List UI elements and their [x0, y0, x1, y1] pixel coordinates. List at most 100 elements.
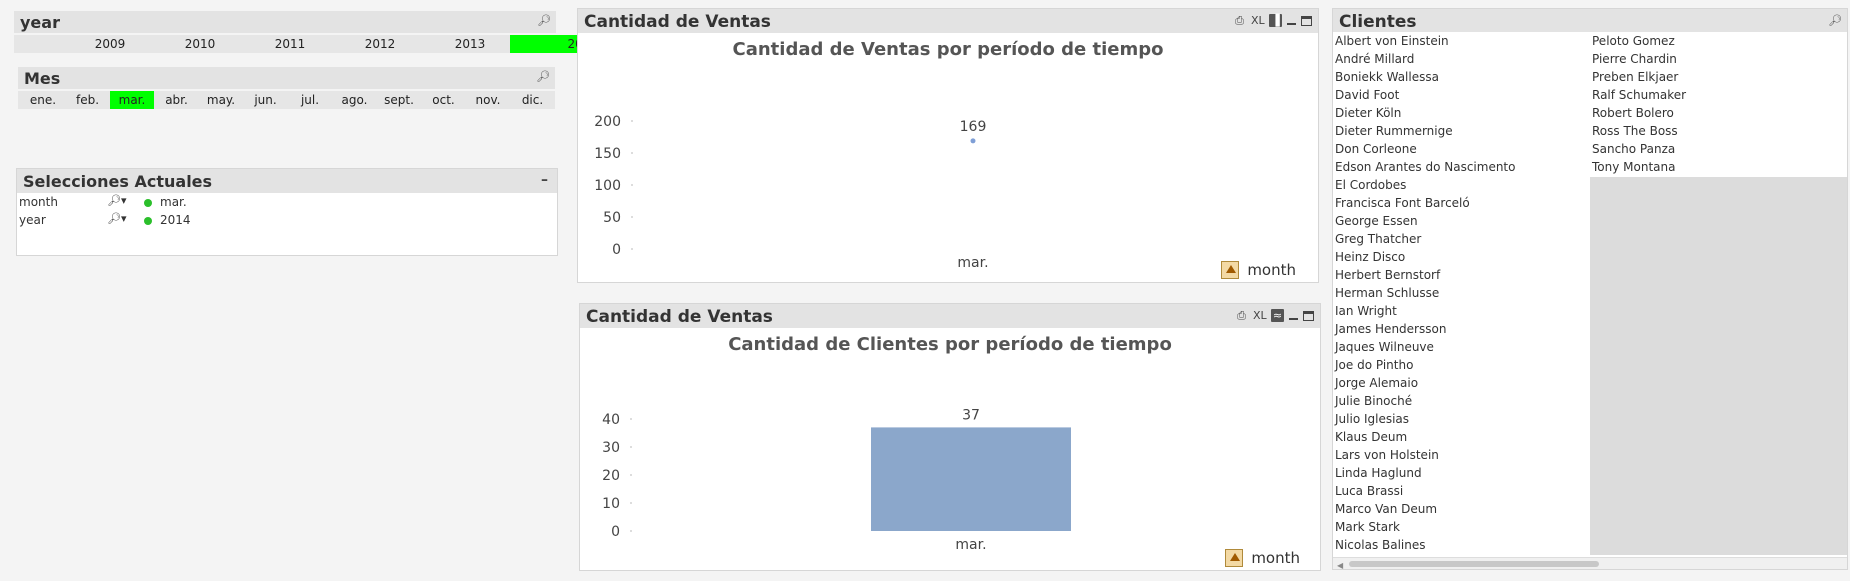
bar[interactable]	[871, 427, 1071, 531]
search-icon[interactable]: 🔎︎	[537, 14, 551, 27]
month-option[interactable]: sept.	[377, 91, 421, 109]
cycle-group[interactable]: month	[1225, 549, 1300, 567]
chart2-title: Cantidad de Ventas	[586, 307, 773, 327]
mes-values-row: ene. feb. mar. abr. may. jun. jul. ago. sept. oct…	[18, 91, 555, 109]
horizontal-scrollbar[interactable]: ◀	[1333, 557, 1847, 570]
cliente-item[interactable]: Julie Binoché	[1335, 394, 1412, 408]
y-tick-label: 0	[611, 524, 620, 540]
cliente-item[interactable]: Sancho Panza	[1592, 142, 1675, 156]
month-option[interactable]: abr.	[155, 91, 199, 109]
cliente-item[interactable]: Luca Brassi	[1335, 484, 1403, 498]
scrollbar-thumb[interactable]	[1349, 561, 1599, 567]
drill-up-icon[interactable]	[1225, 549, 1244, 567]
cliente-item[interactable]: Linda Haglund	[1335, 466, 1422, 480]
month-option[interactable]: oct.	[422, 91, 466, 109]
minimize-icon[interactable]: –	[538, 173, 551, 187]
search-icon[interactable]: 🔎︎	[536, 70, 550, 83]
cliente-item[interactable]: El Cordobes	[1335, 178, 1406, 192]
cliente-item[interactable]: Marco Van Deum	[1335, 502, 1437, 516]
minimize-icon[interactable]	[1289, 311, 1298, 320]
cliente-item[interactable]: Tony Montana	[1592, 160, 1675, 174]
cliente-item[interactable]: Albert von Einstein	[1335, 34, 1449, 48]
y-tick-label: 40	[602, 412, 620, 428]
maximize-icon[interactable]	[1301, 15, 1312, 26]
minimize-icon[interactable]	[1287, 16, 1296, 25]
cliente-item[interactable]: Herbert Bernstorf	[1335, 268, 1440, 282]
month-option[interactable]: jun.	[244, 91, 288, 109]
month-option[interactable]: dic.	[511, 91, 555, 109]
cliente-item[interactable]: Ralf Schumaker	[1592, 88, 1686, 102]
year-option[interactable]: 2010	[156, 35, 244, 53]
year-option[interactable]: 2011	[246, 35, 334, 53]
maximize-icon[interactable]	[1303, 310, 1314, 321]
chart2-plot: 0 10 20 30 40 mar. 37	[602, 407, 1071, 553]
y-tick-label: 10	[602, 496, 620, 512]
cliente-item[interactable]: Nicolas Balines	[1335, 538, 1426, 552]
month-option[interactable]: may.	[199, 91, 243, 109]
month-option[interactable]: ene.	[21, 91, 65, 109]
cliente-item[interactable]: Ian Wright	[1335, 304, 1397, 318]
cliente-item[interactable]: Klaus Deum	[1335, 430, 1407, 444]
cliente-item[interactable]: Francisca Font Barceló	[1335, 196, 1470, 210]
cycle-label: month	[1247, 261, 1296, 279]
search-icon[interactable]: 🔎︎	[1828, 14, 1842, 27]
selection-field: month	[19, 195, 58, 209]
cliente-item[interactable]: Ross The Boss	[1592, 124, 1678, 138]
cliente-item[interactable]: Jaques Wilneuve	[1335, 340, 1434, 354]
mes-title: Mes	[24, 69, 61, 88]
drill-up-icon[interactable]	[1221, 261, 1240, 279]
y-tick-label: 200	[594, 114, 621, 130]
selection-field: year	[19, 213, 46, 227]
xl-export-icon[interactable]: XL	[1251, 14, 1265, 27]
cliente-item[interactable]: Robert Bolero	[1592, 106, 1674, 120]
cycle-group[interactable]: month	[1221, 261, 1296, 279]
cliente-item[interactable]: Edson Arantes do Nascimento	[1335, 160, 1515, 174]
month-option[interactable]: jul.	[288, 91, 332, 109]
cliente-item[interactable]: Julio Iglesias	[1335, 412, 1409, 426]
y-tick-label: 0	[612, 242, 621, 258]
cliente-item[interactable]: Peloto Gomez	[1592, 34, 1675, 48]
selection-search-icon[interactable]: 🔎︎▾	[107, 212, 127, 225]
print-icon[interactable]: ⎙	[1233, 14, 1246, 27]
x-tick-label: mar.	[955, 537, 986, 553]
cliente-item[interactable]: André Millard	[1335, 52, 1414, 66]
data-label: 37	[962, 407, 980, 423]
clientes-caption: Clientes 🔎︎	[1333, 9, 1847, 32]
cliente-item[interactable]: Dieter Rummernige	[1335, 124, 1453, 138]
cliente-item[interactable]: Joe do Pintho	[1335, 358, 1413, 372]
cliente-item[interactable]: Pierre Chardin	[1592, 52, 1677, 66]
selection-search-icon[interactable]: 🔎︎▾	[107, 194, 127, 207]
cliente-item[interactable]: Jorge Alemaio	[1335, 376, 1418, 390]
cliente-item[interactable]: Lars von Holstein	[1335, 448, 1439, 462]
chart1-caption: Cantidad de Ventas ⎙ XL ▐	[578, 9, 1318, 33]
cliente-item[interactable]: Preben Elkjaer	[1592, 70, 1678, 84]
cliente-item[interactable]: Don Corleone	[1335, 142, 1417, 156]
chart1-plot: 0 50 100 150 200 mar. 169	[594, 114, 988, 271]
cliente-item[interactable]: Mark Stark	[1335, 520, 1400, 534]
year-caption: year 🔎︎	[14, 11, 556, 33]
year-option[interactable]: 2013	[426, 35, 514, 53]
cliente-item[interactable]: David Foot	[1335, 88, 1399, 102]
month-option[interactable]: feb.	[66, 91, 110, 109]
month-option[interactable]: nov.	[466, 91, 510, 109]
cliente-item[interactable]: Herman Schlusse	[1335, 286, 1439, 300]
y-tick-label: 30	[602, 440, 620, 456]
cliente-item[interactable]: Boniekk Wallessa	[1335, 70, 1439, 84]
cliente-item[interactable]: James Hendersson	[1335, 322, 1446, 336]
month-option[interactable]: mar.	[110, 91, 154, 109]
chart-type-icon[interactable]: ≈	[1271, 309, 1284, 322]
y-tick-label: 100	[594, 178, 621, 194]
cliente-item[interactable]: Greg Thatcher	[1335, 232, 1421, 246]
xl-export-icon[interactable]: XL	[1253, 309, 1267, 322]
month-option[interactable]: ago.	[333, 91, 377, 109]
cliente-item[interactable]: Heinz Disco	[1335, 250, 1405, 264]
scroll-left-icon[interactable]: ◀	[1337, 561, 1343, 570]
data-point[interactable]	[970, 138, 976, 144]
year-option[interactable]: 2009	[66, 35, 154, 53]
chart-type-icon[interactable]: ▐	[1269, 14, 1282, 27]
cliente-item[interactable]: Dieter Köln	[1335, 106, 1401, 120]
chart-clientes: Cantidad de Ventas ⎙ XL ≈ Cantidad de Cl…	[579, 303, 1321, 571]
cliente-item[interactable]: George Essen	[1335, 214, 1418, 228]
year-option[interactable]: 2012	[336, 35, 424, 53]
print-icon[interactable]: ⎙	[1235, 309, 1248, 322]
